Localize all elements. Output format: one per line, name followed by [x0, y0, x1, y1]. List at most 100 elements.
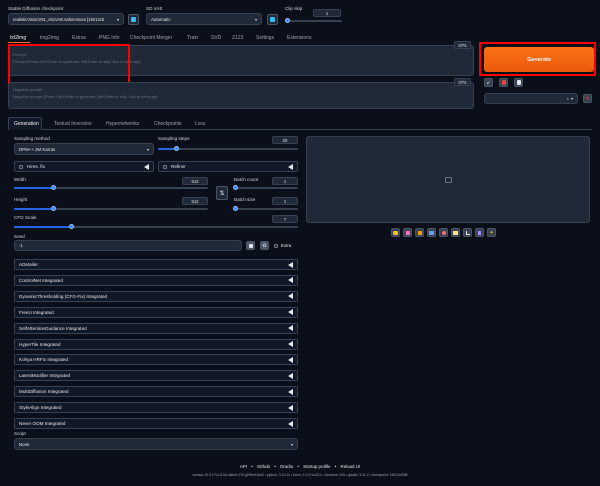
- seed-input[interactable]: -1: [14, 240, 242, 251]
- hires-fix-accordion[interactable]: Hires. fix: [14, 161, 154, 172]
- tab-extras[interactable]: Extras: [72, 35, 86, 41]
- footer-link-api[interactable]: API: [240, 464, 247, 469]
- prompt-highlight-box: [8, 44, 130, 84]
- send-to-z123-button[interactable]: [475, 228, 484, 237]
- batch-count-input[interactable]: 1: [272, 177, 298, 185]
- tab-z123[interactable]: Z123: [232, 35, 243, 41]
- batch-count-label: Batch count: [234, 177, 259, 182]
- tab-checkpoint-merger[interactable]: Checkpoint Merger: [130, 35, 172, 41]
- footer-link-github[interactable]: Github: [257, 464, 270, 469]
- send-to-img2img-button[interactable]: [427, 228, 436, 237]
- folder-icon: [393, 230, 398, 235]
- accordion-item[interactable]: ControlNet Integrated: [14, 274, 298, 286]
- palette-icon: [441, 230, 446, 235]
- footer-link-gradio[interactable]: Gradio: [280, 464, 293, 469]
- refresh-vae-button[interactable]: [267, 14, 278, 25]
- sampling-method-select[interactable]: DPM++ 2M Karras ▾: [14, 143, 154, 155]
- vae-select[interactable]: Automatic ▾: [146, 13, 262, 25]
- width-input[interactable]: 512: [182, 177, 208, 185]
- slider-knob[interactable]: [174, 145, 179, 151]
- tab-settings[interactable]: Settings: [256, 35, 274, 41]
- send-to-svd-button[interactable]: [463, 228, 472, 237]
- hires-fix-checkbox[interactable]: [19, 164, 23, 169]
- subtab-hypernetworks[interactable]: Hypernetworks: [106, 121, 139, 127]
- tab-img2img[interactable]: img2img: [40, 35, 59, 41]
- chevron-down-icon: ▾: [116, 16, 119, 22]
- slider-knob[interactable]: [69, 223, 74, 229]
- cfg-scale-slider[interactable]: [14, 223, 298, 229]
- save-button[interactable]: [403, 228, 412, 237]
- checkpoint-value: realisticVisionV51_v51VAE.safetensors [1…: [13, 16, 105, 22]
- script-select[interactable]: None ▾: [14, 438, 298, 450]
- output-toolbar: ✦: [391, 228, 496, 237]
- footer-separator: •: [274, 464, 276, 469]
- width-slider[interactable]: [14, 184, 208, 190]
- slider-knob[interactable]: [233, 205, 238, 211]
- subtab-checkpoints[interactable]: Checkpoints: [154, 121, 182, 127]
- random-seed-button[interactable]: [246, 241, 255, 250]
- crystal-icon: [478, 230, 481, 235]
- height-input[interactable]: 512: [182, 197, 208, 205]
- accordion-item[interactable]: SelfAttentionGuidance Integrated: [14, 322, 298, 334]
- chevron-down-icon: ▾: [570, 96, 573, 101]
- footer-link-startup-profile[interactable]: Startup profile: [303, 464, 330, 469]
- height-slider[interactable]: [14, 205, 208, 211]
- ruler-icon: [453, 230, 458, 235]
- accordion-item[interactable]: StyleAlign Integrated: [14, 402, 298, 414]
- styles-select[interactable]: × ▾: [484, 93, 578, 104]
- slider-knob[interactable]: [51, 205, 56, 211]
- refiner-accordion[interactable]: Refiner: [158, 161, 298, 172]
- slider-knob[interactable]: [233, 184, 238, 190]
- clear-prompt-button[interactable]: [499, 78, 508, 87]
- accordion-item[interactable]: DynamicThresholding (CFG-Fix) Integrated: [14, 290, 298, 302]
- batch-size-input[interactable]: 1: [272, 197, 298, 205]
- refresh-checkpoint-button[interactable]: [128, 14, 139, 25]
- footer-link-reload-ui[interactable]: Reload UI: [341, 464, 361, 469]
- tab-extensions[interactable]: Extensions: [287, 35, 311, 41]
- accordion-item[interactable]: MultiDiffusion Integrated: [14, 386, 298, 398]
- accordion-item[interactable]: LatentModifier Integrated: [14, 370, 298, 382]
- slider-knob[interactable]: [285, 17, 290, 23]
- collapse-arrow-icon: [288, 163, 293, 170]
- cfg-scale-input[interactable]: 7: [272, 215, 298, 223]
- tab-png-info[interactable]: PNG Info: [99, 35, 120, 41]
- active-tab-underline: [8, 42, 30, 43]
- sparkle-button[interactable]: ✦: [487, 228, 496, 237]
- negative-token-counter: 0/75: [454, 78, 471, 86]
- clip-skip-input[interactable]: 1: [313, 9, 341, 17]
- accordion-item[interactable]: Never OOM Integrated: [14, 418, 298, 429]
- paste-params-button[interactable]: ↙: [484, 78, 493, 87]
- subtab-textual-inversion[interactable]: Textual Inversion: [54, 121, 92, 127]
- checkpoint-select[interactable]: realisticVisionV51_v51VAE.safetensors [1…: [8, 13, 124, 25]
- clip-skip-slider[interactable]: [285, 17, 342, 23]
- sampling-steps-input[interactable]: 20: [272, 136, 298, 144]
- collapse-arrow-icon: [288, 356, 293, 363]
- send-to-extras-button[interactable]: [451, 228, 460, 237]
- batch-count-slider[interactable]: [233, 184, 298, 190]
- negative-prompt-textarea[interactable]: Negative prompt Negative prompt (Press C…: [8, 82, 474, 109]
- zip-button[interactable]: [415, 228, 424, 237]
- accordion-item[interactable]: ADetailer: [14, 259, 298, 270]
- open-folder-button[interactable]: [391, 228, 400, 237]
- refiner-checkbox[interactable]: [163, 164, 167, 169]
- batch-size-slider[interactable]: [233, 205, 298, 211]
- tab-txt2img[interactable]: txt2img: [10, 35, 26, 41]
- styles-button[interactable]: [514, 78, 523, 87]
- sampling-steps-slider[interactable]: [158, 145, 298, 151]
- edit-styles-button[interactable]: ✎: [583, 94, 592, 103]
- seed-extra-checkbox[interactable]: [274, 243, 278, 248]
- generate-button[interactable]: Generate: [484, 47, 594, 72]
- seed-value: -1: [19, 243, 23, 248]
- vae-label: SD VAE: [146, 6, 163, 11]
- accordion-item[interactable]: Kohya HRFix Integrated: [14, 354, 298, 366]
- send-to-inpaint-button[interactable]: [439, 228, 448, 237]
- reuse-seed-button[interactable]: ♻: [260, 241, 269, 250]
- accordion-item[interactable]: HyperTile Integrated: [14, 338, 298, 350]
- tab-train[interactable]: Train: [187, 35, 198, 41]
- subtab-generation[interactable]: Generation: [14, 121, 39, 127]
- swap-dimensions-button[interactable]: ⇅: [216, 186, 228, 200]
- accordion-item[interactable]: FreeU Integrated: [14, 306, 298, 318]
- slider-knob[interactable]: [51, 184, 56, 190]
- subtab-lora[interactable]: Lora: [195, 121, 205, 127]
- tab-svd[interactable]: SVD: [211, 35, 221, 41]
